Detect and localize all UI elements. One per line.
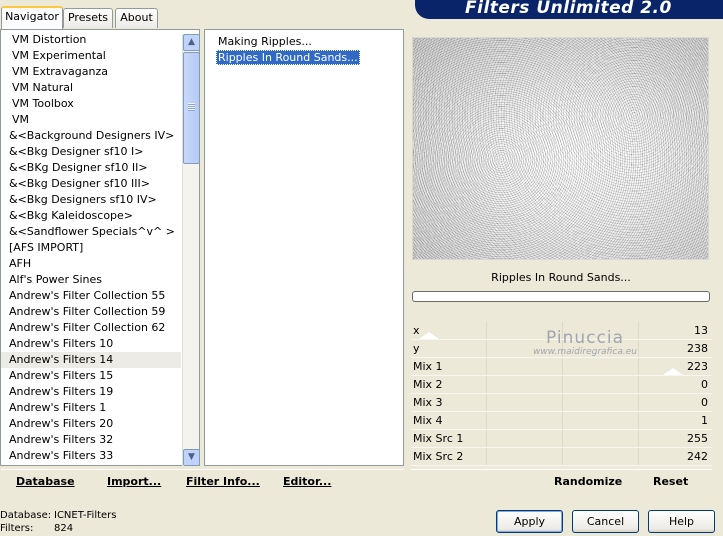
apply-button[interactable]: Apply xyxy=(496,510,563,533)
category-item[interactable]: &<Bkg Kaleidoscope> xyxy=(1,208,181,224)
param-label: Mix 4 xyxy=(413,414,443,427)
category-item[interactable]: Andrew's Filter Collection 62 xyxy=(1,320,181,336)
param-label: Mix Src 2 xyxy=(413,450,464,463)
category-list-panel: VM Distortion VM Experimental VM Extravaga… xyxy=(0,29,200,466)
category-item[interactable]: Alf's Power Sines xyxy=(1,272,181,288)
slider-track[interactable] xyxy=(411,394,712,411)
category-item[interactable]: &<BKg Designer sf10 II> xyxy=(1,160,181,176)
filters-count-label: Filters: xyxy=(0,523,34,534)
category-item[interactable]: Andrew's Filters 20 xyxy=(1,416,181,432)
category-item[interactable]: VM Distortion xyxy=(1,32,181,48)
app-title: Filters Unlimited 2.0 xyxy=(465,0,672,18)
category-item[interactable]: &<Bkg Designers sf10 IV> xyxy=(1,192,181,208)
filter-list-panel: Making Ripples... Ripples In Round Sands.… xyxy=(204,29,404,466)
tab-navigator[interactable]: Navigator xyxy=(1,6,63,29)
param-value: 0 xyxy=(701,378,708,391)
category-item[interactable]: &<Background Designers IV> xyxy=(1,128,181,144)
param-label: Mix 1 xyxy=(413,360,443,373)
param-row[interactable]: Mix 2 0 xyxy=(411,376,712,394)
category-item[interactable]: VM Toolbox xyxy=(1,96,181,112)
scrollbar-thumb[interactable] xyxy=(183,52,200,164)
category-item[interactable]: Andrew's Filter Collection 59 xyxy=(1,304,181,320)
arrow-up-icon: ▲ xyxy=(188,37,195,47)
cancel-button[interactable]: Cancel xyxy=(572,510,639,533)
param-row[interactable]: x 13 xyxy=(411,322,712,340)
category-item[interactable]: Andrew's Filters 15 xyxy=(1,368,181,384)
arrow-down-icon: ▼ xyxy=(188,452,195,462)
category-item[interactable]: VM Extravaganza xyxy=(1,64,181,80)
slider-track[interactable] xyxy=(411,322,712,339)
category-scrollbar[interactable]: ▲ ▼ xyxy=(182,34,200,466)
help-button[interactable]: Help xyxy=(648,510,715,533)
category-item[interactable]: VM Experimental xyxy=(1,48,181,64)
category-item[interactable]: Andrew's Filters 19 xyxy=(1,384,181,400)
category-item[interactable]: AFH xyxy=(1,256,181,272)
category-item[interactable]: Andrew's Filters 14 xyxy=(1,352,181,368)
category-item[interactable]: &<Bkg Designer sf10 I> xyxy=(1,144,181,160)
database-value: ICNET-Filters xyxy=(54,510,117,521)
filter-item[interactable]: Ripples In Round Sands... xyxy=(216,50,360,65)
category-item[interactable]: Andrew's Filters 32 xyxy=(1,432,181,448)
param-value: 238 xyxy=(687,342,708,355)
database-label: Database: xyxy=(0,510,52,521)
category-item[interactable]: Andrew's Filters 10 xyxy=(1,336,181,352)
preview-image xyxy=(412,37,709,260)
param-row[interactable]: Mix 3 0 xyxy=(411,394,712,412)
scroll-down-button[interactable]: ▼ xyxy=(183,449,200,466)
title-banner: Filters Unlimited 2.0 xyxy=(415,0,723,19)
scroll-up-button[interactable]: ▲ xyxy=(183,34,200,51)
category-list[interactable]: VM Distortion VM Experimental VM Extravaga… xyxy=(1,32,181,464)
slider-track[interactable] xyxy=(411,376,712,393)
category-item[interactable]: VM xyxy=(1,112,181,128)
param-label: y xyxy=(413,342,420,355)
param-value: 0 xyxy=(701,396,708,409)
param-value: 242 xyxy=(687,450,708,463)
category-item[interactable]: Andrew's Filter Collection 55 xyxy=(1,288,181,304)
param-row[interactable]: Mix 1 223 xyxy=(411,358,712,376)
slider-track[interactable] xyxy=(411,412,712,429)
parameter-sliders: x 13 y 238 Mix 1 223 Mix 2 0 Mix 3 0 Mix 4 1 Mix Src… xyxy=(411,322,712,466)
slider-knob[interactable] xyxy=(419,332,439,339)
progress-bar xyxy=(412,291,710,302)
reset-button[interactable]: Reset xyxy=(653,475,688,488)
category-item[interactable]: [AFS IMPORT] xyxy=(1,240,181,256)
param-row[interactable]: y 238 xyxy=(411,340,712,358)
param-label: Mix 2 xyxy=(413,378,443,391)
category-item[interactable]: &<Bkg Designer sf10 III> xyxy=(1,176,181,192)
param-label: Mix 3 xyxy=(413,396,443,409)
editor-button[interactable]: Editor... xyxy=(283,475,331,488)
import-button[interactable]: Import... xyxy=(107,475,161,488)
param-value: 255 xyxy=(687,432,708,445)
filters-count-value: 824 xyxy=(54,523,74,534)
param-label: x xyxy=(413,324,420,337)
param-label: Mix Src 1 xyxy=(413,432,464,445)
category-item[interactable]: VM Natural xyxy=(1,80,181,96)
randomize-button[interactable]: Randomize xyxy=(554,475,622,488)
right-toolbar: Randomize Reset xyxy=(411,469,712,493)
param-row[interactable]: Mix 4 1 xyxy=(411,412,712,430)
param-row[interactable]: Mix Src 2 242 xyxy=(411,448,712,466)
category-item[interactable]: Andrew's Filters 33 xyxy=(1,448,181,464)
param-value: 223 xyxy=(687,360,708,373)
param-row[interactable]: Mix Src 1 255 xyxy=(411,430,712,448)
tab-about[interactable]: About xyxy=(115,8,158,28)
tab-presets[interactable]: Presets xyxy=(63,8,113,28)
left-toolbar: Database Import... Filter Info... Editor… xyxy=(1,469,404,493)
filter-item[interactable]: Making Ripples... xyxy=(216,34,314,49)
slider-knob[interactable] xyxy=(663,368,683,375)
slider-track[interactable] xyxy=(411,340,712,357)
category-item[interactable]: &<Sandflower Specials^v^ > xyxy=(1,224,181,240)
param-value: 1 xyxy=(701,414,708,427)
category-item[interactable]: Andrew's Filters 1 xyxy=(1,400,181,416)
preview-frame xyxy=(409,32,714,264)
selected-filter-name: Ripples In Round Sands... xyxy=(412,268,710,288)
filter-info-button[interactable]: Filter Info... xyxy=(186,475,260,488)
database-button[interactable]: Database xyxy=(16,475,75,488)
grip-icon xyxy=(188,103,195,111)
param-value: 13 xyxy=(694,324,708,337)
